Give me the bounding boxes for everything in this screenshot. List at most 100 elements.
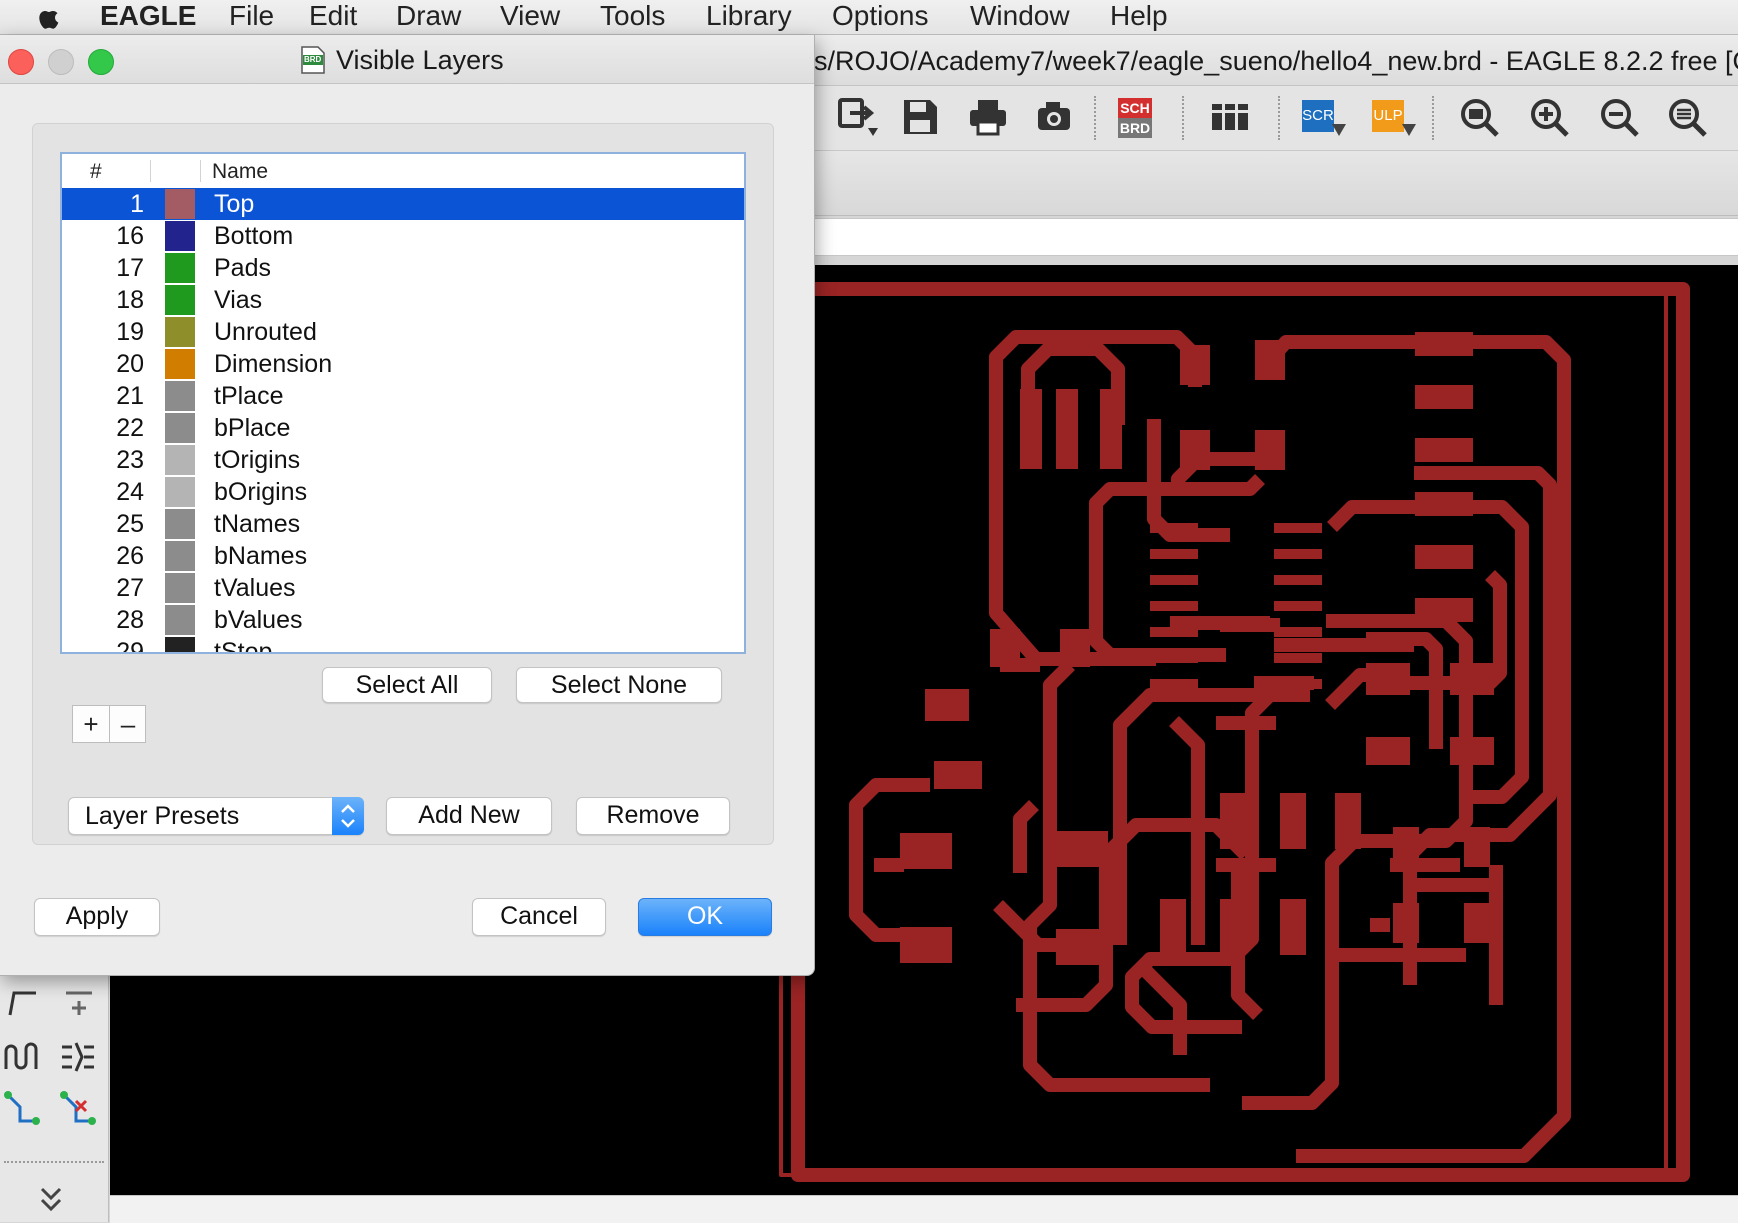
layer-number: 21 [116,382,144,410]
zoom-in-icon[interactable] [1526,94,1574,140]
brd-label: BRD [1118,118,1152,138]
layer-color-swatch [165,413,195,443]
remove-layer-button[interactable]: – [110,706,146,742]
arc-tool-icon[interactable] [6,985,40,1019]
attribute-tool-icon[interactable] [60,1039,96,1075]
layer-add-remove-control: + – [72,705,146,743]
status-bar [110,1195,1738,1223]
select-all-button[interactable]: Select All [322,667,492,703]
layer-number: 16 [116,222,144,250]
layer-color-swatch [165,477,195,507]
layer-row[interactable]: 29 tStop [62,636,744,654]
add-layer-button[interactable]: + [73,706,110,742]
layer-color-swatch [165,605,195,635]
layer-name: bOrigins [214,478,308,506]
menu-app-name[interactable]: EAGLE [100,0,196,34]
tool-palette [0,975,109,1222]
board-outline-inner [779,287,1668,1177]
layer-row[interactable]: 19 Unrouted [62,316,744,348]
layer-list[interactable]: # Name 1 Top 16 Bottom 17 Pads 18 Vias 19 Unr… [60,152,746,654]
route-tool-icon[interactable] [4,1091,40,1127]
layer-color-swatch [165,637,195,652]
layer-presets-select[interactable]: Layer Presets [68,797,364,835]
layer-color-swatch [165,221,195,251]
miter-tool-icon[interactable] [62,985,96,1019]
layer-row[interactable]: 24 bOrigins [62,476,744,508]
layer-name: Top [214,190,255,218]
export-icon[interactable] [834,94,882,140]
layer-row[interactable]: 23 tOrigins [62,444,744,476]
layer-row[interactable]: 1 Top [62,188,744,220]
layer-name: tNames [214,510,301,538]
layer-number: 18 [116,286,144,314]
cancel-button[interactable]: Cancel [472,898,606,936]
layer-row[interactable]: 27 tValues [62,572,744,604]
layer-row[interactable]: 25 tNames [62,508,744,540]
layer-row[interactable]: 16 Bottom [62,220,744,252]
script-icon[interactable]: SCR [1302,100,1334,132]
layer-number: 23 [116,446,144,474]
layer-name: Vias [214,286,263,314]
menu-library[interactable]: Library [706,0,792,34]
layer-row[interactable]: 26 bNames [62,540,744,572]
select-none-button[interactable]: Select None [516,667,722,703]
print-icon[interactable] [964,94,1012,140]
ok-button[interactable]: OK [638,898,772,936]
menu-window[interactable]: Window [970,0,1070,34]
apply-button[interactable]: Apply [34,898,160,936]
dialog-titlebar: BRD Visible Layers [0,35,814,84]
layer-name: Bottom [214,222,294,250]
layer-row[interactable]: 17 Pads [62,252,744,284]
layer-name: tStop [214,638,273,654]
menu-edit[interactable]: Edit [309,0,357,34]
zoom-window-button[interactable] [88,49,114,75]
board-file-icon: BRD [300,45,326,75]
layer-name: tValues [214,574,296,602]
layer-number: 29 [116,638,144,654]
zoom-out-icon[interactable] [1596,94,1644,140]
layer-color-swatch [165,541,195,571]
column-header-number[interactable]: # [90,154,102,188]
layer-row[interactable]: 22 bPlace [62,412,744,444]
close-window-button[interactable] [8,49,34,75]
dialog-title: Visible Layers [336,45,504,75]
library-icon[interactable] [1206,94,1254,140]
layer-name: Dimension [214,350,333,378]
layer-color-swatch [165,381,195,411]
meander-tool-icon[interactable] [4,1039,40,1075]
layer-name: tPlace [214,382,284,410]
layer-row[interactable]: 28 bValues [62,604,744,636]
add-new-preset-button[interactable]: Add New [386,797,552,835]
palette-separator [4,1161,104,1163]
sch-brd-switch-icon[interactable]: SCH BRD [1118,98,1152,138]
command-line-input[interactable] [810,218,1738,256]
cam-icon[interactable] [1030,94,1078,140]
apple-icon[interactable] [34,3,60,31]
zoom-select-icon[interactable] [1664,94,1712,140]
expand-palette-icon[interactable] [38,1185,64,1215]
layer-row[interactable]: 20 Dimension [62,348,744,380]
save-icon[interactable] [896,94,944,140]
layer-row[interactable]: 18 Vias [62,284,744,316]
minimize-window-button[interactable] [48,49,74,75]
column-header-name[interactable]: Name [212,154,268,188]
remove-preset-button[interactable]: Remove [576,797,730,835]
layer-name: bNames [214,542,308,570]
toolbar-separator [1278,96,1280,140]
ulp-icon[interactable]: ULP [1372,100,1404,132]
layer-color-swatch [165,349,195,379]
menu-help[interactable]: Help [1110,0,1168,34]
layer-number: 19 [116,318,144,346]
menu-view[interactable]: View [500,0,560,34]
layer-row[interactable]: 21 tPlace [62,380,744,412]
menu-draw[interactable]: Draw [396,0,461,34]
toolbar-separator [1182,96,1184,140]
menu-options[interactable]: Options [832,0,929,34]
visible-layers-dialog: BRD Visible Layers # Name 1 Top 16 Bottom … [0,35,815,976]
menu-tools[interactable]: Tools [600,0,665,34]
ripup-tool-icon[interactable] [60,1091,96,1127]
layer-color-swatch [165,509,195,539]
menu-file[interactable]: File [229,0,274,34]
layer-number: 22 [116,414,144,442]
zoom-fit-icon[interactable] [1456,94,1504,140]
